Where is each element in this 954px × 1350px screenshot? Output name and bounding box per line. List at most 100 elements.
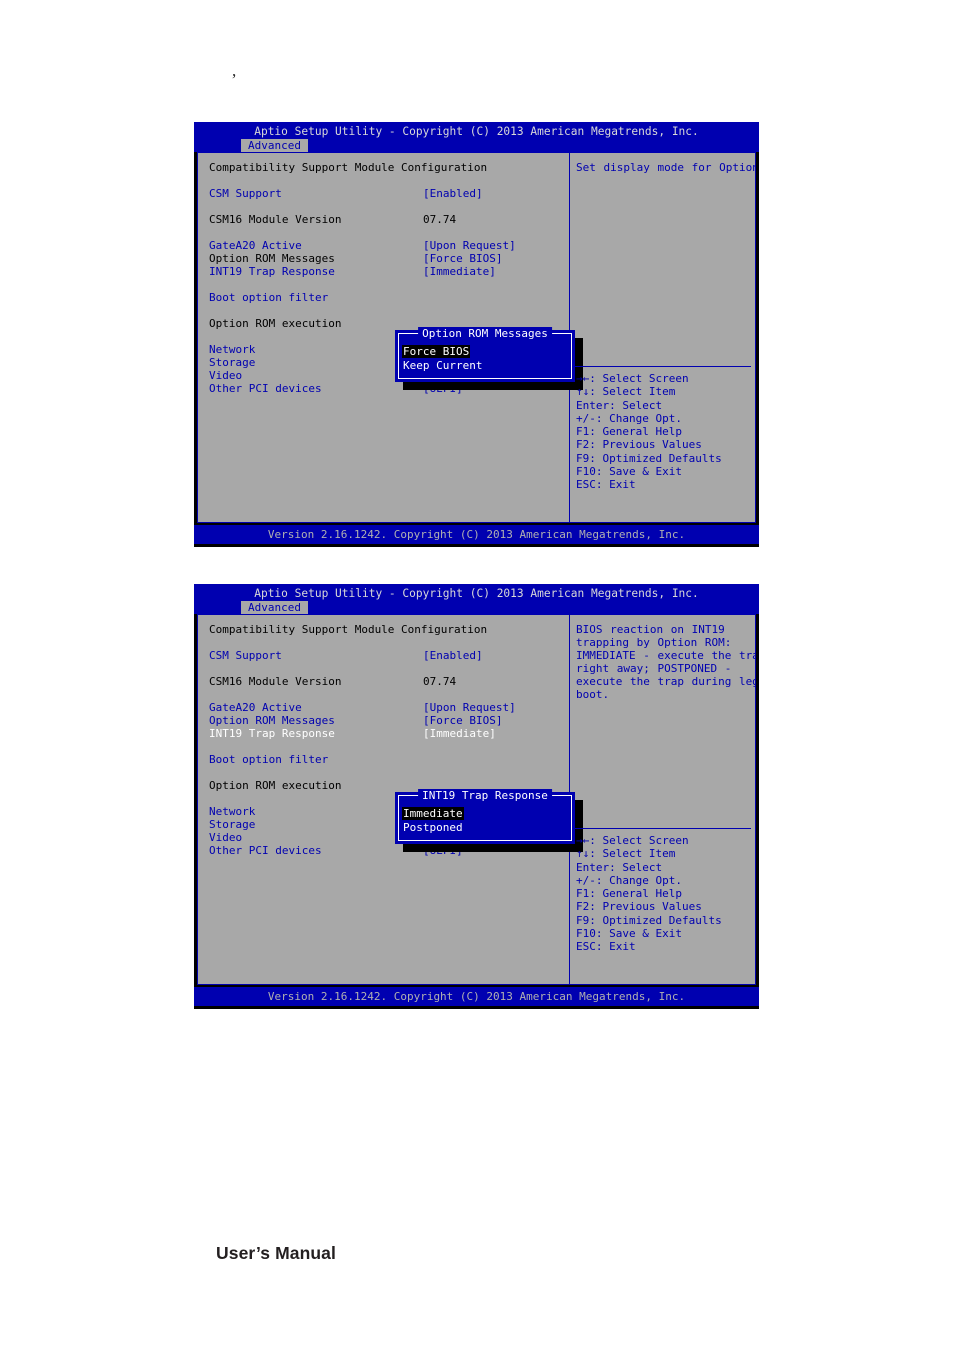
key-select-item: ↑↓: Select Item <box>576 847 676 861</box>
setting-label: Option ROM execution <box>209 779 342 792</box>
help-line: boot. <box>576 688 610 701</box>
popup-option-postponed[interactable]: Postponed <box>402 821 464 834</box>
key-change-opt: +/-: Change Opt. <box>576 873 682 887</box>
setting-row-int19-trap-response[interactable]: INT19 Trap Response [Immediate] <box>209 265 569 278</box>
page-footer-label: User’s Manual <box>216 1243 336 1263</box>
settings-list: Compatibility Support Module Configurati… <box>198 153 583 522</box>
setting-label: GateA20 Active <box>209 239 302 252</box>
help-line: Set display mode for Option ROM <box>576 161 756 174</box>
setting-label: Option ROM Messages <box>209 252 335 265</box>
setting-row-boot-option-filter[interactable]: Boot option filter <box>209 753 569 766</box>
setting-label: Network <box>209 805 256 818</box>
setting-label: Other PCI devices <box>209 844 322 857</box>
setting-row-gatea20-active[interactable]: GateA20 Active [Upon Request] <box>209 239 569 252</box>
setting-row-boot-option-filter[interactable]: Boot option filter <box>209 291 569 304</box>
help-panel: Set display mode for Option ROM →←: Sele… <box>570 153 755 522</box>
setting-label: Storage <box>209 356 256 369</box>
setting-label: CSM Support <box>209 187 282 200</box>
popup-dialog-option-rom-messages[interactable]: Option ROM Messages Force BIOS Keep Curr… <box>395 327 583 390</box>
popup-body: Option ROM Messages Force BIOS Keep Curr… <box>395 327 575 382</box>
setting-value: [Immediate] <box>423 265 496 278</box>
key-f2-previous-values: F2: Previous Values <box>576 438 702 452</box>
setting-label: Video <box>209 369 243 382</box>
setting-row-option-rom-messages[interactable]: Option ROM Messages [Force BIOS] <box>209 714 569 727</box>
help-line: right away; POSTPONED - <box>576 662 732 675</box>
setting-label: CSM16 Module Version <box>209 213 342 226</box>
help-separator <box>574 366 751 367</box>
help-line: execute the trap during legacy <box>576 675 755 688</box>
popup-option-immediate[interactable]: Immediate <box>402 807 464 820</box>
section-heading: Compatibility Support Module Configurati… <box>209 161 488 174</box>
setting-row-csm16-module-version: CSM16 Module Version 07.74 <box>209 675 569 688</box>
setting-value: [Enabled] <box>423 187 483 200</box>
setting-label: Option ROM Messages <box>209 714 335 727</box>
help-panel: BIOS reaction on INT19 trapping by Optio… <box>570 615 755 984</box>
key-f10-save-exit: F10: Save & Exit <box>576 465 682 479</box>
popup-title: Option ROM Messages <box>418 327 552 340</box>
key-legend: →←: Select Screen ↑↓: Select Item Enter:… <box>576 834 722 954</box>
setting-label: Boot option filter <box>209 753 329 766</box>
key-enter-select: Enter: Select <box>576 860 663 874</box>
setting-label: INT19 Trap Response <box>209 727 335 740</box>
help-description: BIOS reaction on INT19 trapping by Optio… <box>576 623 756 701</box>
page-artifact-mark: , <box>232 61 237 80</box>
setting-label: INT19 Trap Response <box>209 265 335 278</box>
setting-value: [Immediate] <box>423 727 496 740</box>
bios-title-bar: Aptio Setup Utility - Copyright (C) 2013… <box>194 584 759 614</box>
key-change-opt: +/-: Change Opt. <box>576 411 682 425</box>
help-separator <box>574 828 751 829</box>
key-esc-exit: ESC: Exit <box>576 478 636 492</box>
setting-value: 07.74 <box>423 213 457 226</box>
bios-title-text: Aptio Setup Utility - Copyright (C) 2013… <box>254 125 699 138</box>
help-line: trapping by Option ROM: <box>576 636 732 649</box>
setting-label: Storage <box>209 818 256 831</box>
setting-label: CSM16 Module Version <box>209 675 342 688</box>
popup-body: INT19 Trap Response Immediate Postponed <box>395 789 575 844</box>
bios-content-frame: Compatibility Support Module Configurati… <box>197 614 756 985</box>
settings-list: Compatibility Support Module Configurati… <box>198 615 583 984</box>
setting-value: [Force BIOS] <box>423 714 503 727</box>
bios-screenshot-option-rom-messages: Aptio Setup Utility - Copyright (C) 2013… <box>194 122 759 547</box>
help-line: BIOS reaction on INT19 <box>576 623 725 636</box>
key-f1-general-help: F1: General Help <box>576 425 682 439</box>
setting-label: Video <box>209 831 243 844</box>
setting-row-int19-trap-response[interactable]: INT19 Trap Response [Immediate] <box>209 727 569 740</box>
bios-title-bar: Aptio Setup Utility - Copyright (C) 2013… <box>194 122 759 152</box>
bios-version-text: Version 2.16.1242. Copyright (C) 2013 Am… <box>267 528 686 541</box>
setting-value: [Enabled] <box>423 649 483 662</box>
popup-dialog-int19-trap-response[interactable]: INT19 Trap Response Immediate Postponed <box>395 789 583 852</box>
bios-title-text: Aptio Setup Utility - Copyright (C) 2013… <box>254 587 699 600</box>
setting-label: GateA20 Active <box>209 701 302 714</box>
key-enter-select: Enter: Select <box>576 398 663 412</box>
key-f9-optimized-defaults: F9: Optimized Defaults <box>576 913 722 927</box>
setting-row-csm-support[interactable]: CSM Support [Enabled] <box>209 187 569 200</box>
setting-label: Boot option filter <box>209 291 329 304</box>
tab-advanced[interactable]: Advanced <box>241 139 308 152</box>
setting-row-gatea20-active[interactable]: GateA20 Active [Upon Request] <box>209 701 569 714</box>
key-select-item: ↑↓: Select Item <box>576 385 676 399</box>
setting-value: 07.74 <box>423 675 457 688</box>
popup-option-force-bios[interactable]: Force BIOS <box>402 345 471 358</box>
setting-label: CSM Support <box>209 649 282 662</box>
bios-screenshot-int19-trap-response: Aptio Setup Utility - Copyright (C) 2013… <box>194 584 759 1009</box>
key-esc-exit: ESC: Exit <box>576 940 636 954</box>
bios-version-bar: Version 2.16.1242. Copyright (C) 2013 Am… <box>194 525 759 544</box>
setting-label: Network <box>209 343 256 356</box>
setting-row-option-rom-messages[interactable]: Option ROM Messages [Force BIOS] <box>209 252 569 265</box>
setting-row-csm-support[interactable]: CSM Support [Enabled] <box>209 649 569 662</box>
popup-option-keep-current[interactable]: Keep Current <box>402 359 483 372</box>
setting-label: Other PCI devices <box>209 382 322 395</box>
key-f2-previous-values: F2: Previous Values <box>576 900 702 914</box>
tab-advanced[interactable]: Advanced <box>241 601 308 614</box>
key-f1-general-help: F1: General Help <box>576 887 682 901</box>
bios-version-bar: Version 2.16.1242. Copyright (C) 2013 Am… <box>194 987 759 1006</box>
bios-version-text: Version 2.16.1242. Copyright (C) 2013 Am… <box>267 990 686 1003</box>
help-line: IMMEDIATE - execute the trap <box>576 649 756 662</box>
